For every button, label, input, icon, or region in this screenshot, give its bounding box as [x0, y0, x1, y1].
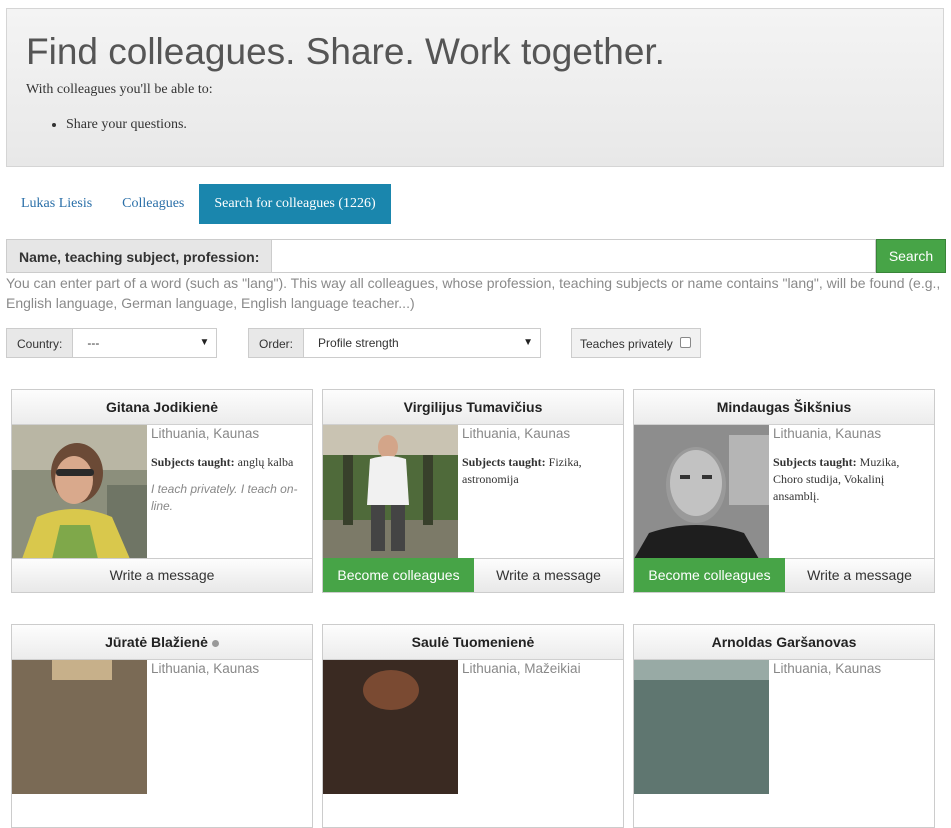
search-button[interactable]: Search: [876, 239, 946, 273]
colleague-name[interactable]: Gitana Jodikienė: [12, 390, 312, 425]
colleague-photo[interactable]: [634, 660, 769, 794]
colleague-card: Saulė Tuomenienė Lithuania, Mažeikiai: [322, 624, 624, 828]
order-filter: Order: Profile strength ▼: [248, 328, 542, 358]
subjects-value: anglų kalba: [237, 455, 294, 469]
colleague-name[interactable]: Mindaugas Šikšnius: [634, 390, 934, 425]
hero-banner: Find colleagues. Share. Work together. W…: [6, 8, 944, 167]
colleague-location: Lithuania, Kaunas: [773, 661, 882, 676]
search-bar: Name, teaching subject, profession: Sear…: [6, 239, 946, 273]
colleague-photo[interactable]: [323, 425, 458, 559]
colleague-card: Gitana Jodikienė Lithuania, Kaunas Subje…: [11, 389, 313, 593]
search-label: Name, teaching subject, profession:: [6, 239, 272, 273]
colleague-name[interactable]: Virgilijus Tumavičius: [323, 390, 623, 425]
order-label: Order:: [248, 328, 304, 358]
tab-colleagues[interactable]: Colleagues: [107, 184, 199, 224]
write-message-button[interactable]: Write a message: [12, 558, 312, 592]
colleague-card: Jūratė Blažienė Lithuania, Kaunas: [11, 624, 313, 828]
search-input[interactable]: [271, 239, 876, 273]
order-select[interactable]: Profile strength ▼: [303, 328, 542, 358]
write-message-button[interactable]: Write a message: [474, 558, 623, 592]
card-actions: Become colleagues Write a message: [323, 558, 623, 592]
colleague-photo[interactable]: [323, 660, 458, 794]
country-select-value: ---: [87, 336, 100, 350]
colleague-location: Lithuania, Kaunas: [151, 661, 260, 676]
profile-tabs: Lukas Liesis Colleagues Search for colle…: [6, 184, 391, 224]
tab-profile[interactable]: Lukas Liesis: [6, 184, 107, 224]
teaches-privately-checkbox[interactable]: [680, 337, 691, 348]
colleague-name[interactable]: Saulė Tuomenienė: [323, 625, 623, 660]
colleague-subjects: Subjects taught: anglų kalba: [151, 454, 306, 471]
colleague-location: Lithuania, Kaunas: [151, 426, 260, 441]
search-hint: You can enter part of a word (such as "l…: [6, 275, 941, 311]
order-select-value: Profile strength: [318, 336, 399, 350]
colleague-subjects: Subjects taught: Fizika, astronomija: [462, 454, 617, 488]
dropdown-arrow-icon: ▼: [523, 337, 534, 348]
hero-bullet-list: Share your questions.: [26, 117, 187, 133]
hero-bullet: Share your questions.: [66, 117, 187, 133]
colleague-name[interactable]: Jūratė Blažienė: [12, 625, 312, 660]
tab-search-colleagues[interactable]: Search for colleagues (1226): [199, 184, 391, 224]
subjects-label: Subjects taught:: [151, 455, 235, 469]
page-title: Find colleagues. Share. Work together.: [26, 31, 665, 72]
subjects-label: Subjects taught:: [462, 455, 546, 469]
colleague-name-text: Jūratė Blažienė: [105, 634, 208, 650]
colleague-location: Lithuania, Kaunas: [773, 426, 882, 441]
country-select[interactable]: --- ▼: [72, 328, 218, 358]
colleague-location: Lithuania, Mažeikiai: [462, 661, 581, 676]
colleague-subjects: Subjects taught: Muzika, Choro studija, …: [773, 454, 928, 505]
colleague-photo[interactable]: [12, 660, 147, 794]
become-colleagues-button[interactable]: Become colleagues: [634, 558, 785, 592]
colleague-card: Arnoldas Garšanovas Lithuania, Kaunas: [633, 624, 935, 828]
dropdown-arrow-icon: ▼: [199, 337, 210, 348]
colleague-card: Virgilijus Tumavičius Lithuania, Kaunas …: [322, 389, 624, 593]
teaches-privately-filter[interactable]: Teaches privately: [571, 328, 701, 358]
country-label: Country:: [6, 328, 73, 358]
card-actions: Become colleagues Write a message: [634, 558, 934, 592]
teaches-privately-label: Teaches privately: [580, 337, 673, 351]
colleague-photo[interactable]: [634, 425, 769, 559]
colleague-name[interactable]: Arnoldas Garšanovas: [634, 625, 934, 660]
private-teaching-note: I teach privately. I teach on-line.: [151, 482, 298, 513]
card-actions: Write a message: [12, 558, 312, 592]
country-filter: Country: --- ▼: [6, 328, 218, 358]
write-message-button[interactable]: Write a message: [785, 558, 934, 592]
subjects-label: Subjects taught:: [773, 455, 857, 469]
become-colleagues-button[interactable]: Become colleagues: [323, 558, 474, 592]
colleague-card: Mindaugas Šikšnius Lithuania, Kaunas Sub…: [633, 389, 935, 593]
colleague-location: Lithuania, Kaunas: [462, 426, 571, 441]
online-status-icon: [211, 639, 219, 647]
colleague-photo[interactable]: [12, 425, 147, 559]
hero-intro: With colleagues you'll be able to:: [26, 82, 213, 97]
